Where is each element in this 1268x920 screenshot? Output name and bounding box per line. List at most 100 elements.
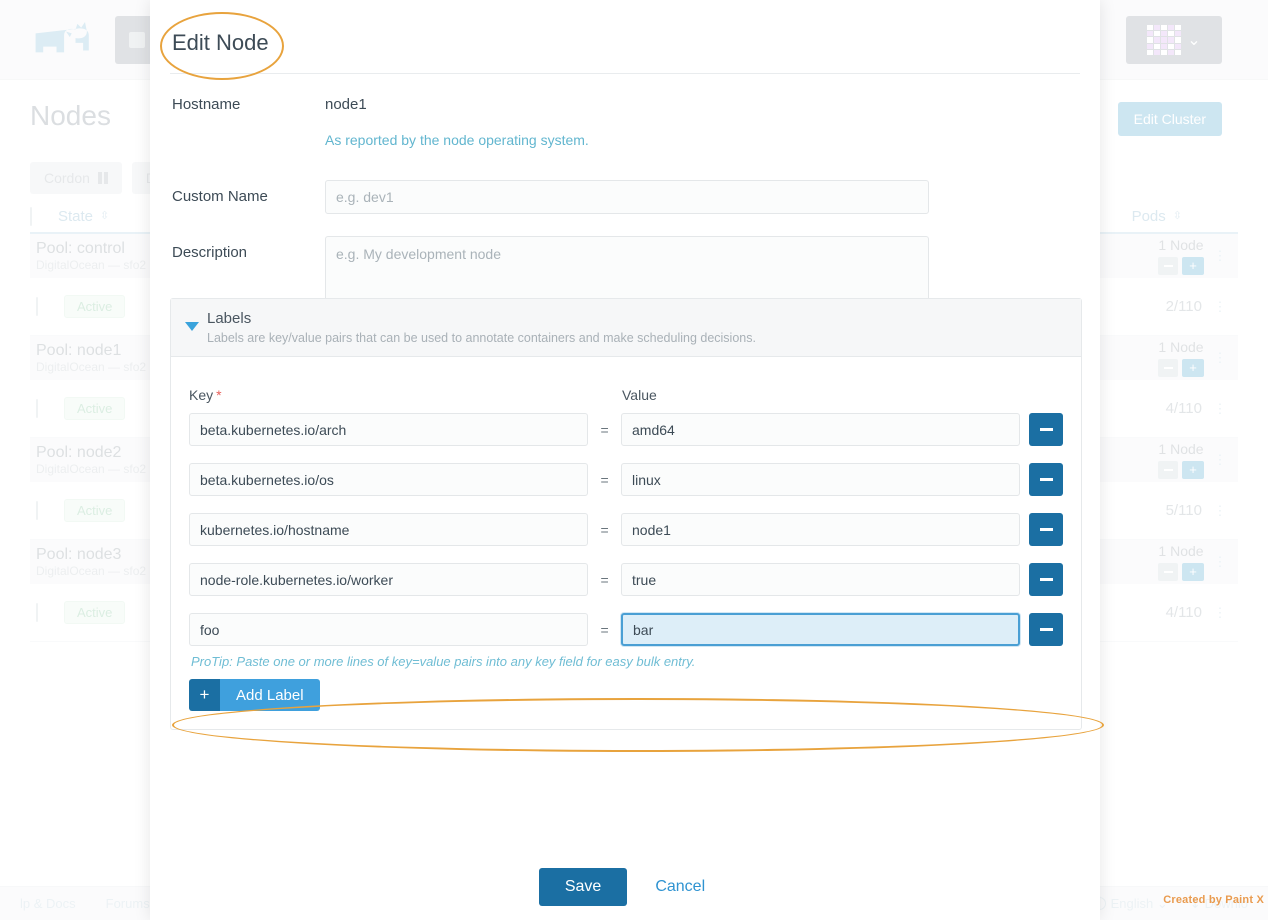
minus-icon[interactable] <box>1029 563 1063 596</box>
status-badge: Active <box>64 397 125 420</box>
group-node-count: 1 Node <box>1158 543 1204 561</box>
equals-sign: = <box>588 572 621 588</box>
scale-down-icon[interactable] <box>1158 257 1178 275</box>
protip-text: ProTip: Paste one or more lines of key=v… <box>191 654 1063 669</box>
label-key-input[interactable] <box>189 463 588 496</box>
grid-icon <box>129 32 145 48</box>
modal-title: Edit Node <box>172 30 269 56</box>
hostname-field-row: Hostname node1 As reported by the node o… <box>150 88 1100 148</box>
group-subtitle: DigitalOcean — sfo2 <box>36 564 146 578</box>
scale-up-icon[interactable]: + <box>1182 257 1204 275</box>
scale-down-icon[interactable] <box>1158 563 1178 581</box>
add-label-button[interactable]: + Add Label <box>189 679 320 711</box>
equals-sign: = <box>588 622 621 638</box>
labels-body: Key* Value = = <box>171 357 1081 729</box>
label-value-input[interactable] <box>621 513 1020 546</box>
minus-icon[interactable] <box>1029 613 1063 646</box>
scale-up-icon[interactable]: + <box>1182 359 1204 377</box>
edit-node-modal: Edit Node Hostname node1 As reported by … <box>150 0 1100 920</box>
row-menu-icon[interactable]: ⋮ <box>1212 501 1228 521</box>
label-row: = <box>189 413 1063 446</box>
row-menu-icon[interactable]: ⋮ <box>1212 603 1228 623</box>
value-column-header: Value <box>622 387 657 403</box>
scale-up-icon[interactable]: + <box>1182 461 1204 479</box>
row-pods-value: 2/110 <box>1166 298 1202 315</box>
rancher-cow-logo <box>28 18 104 62</box>
row-menu-icon[interactable]: ⋮ <box>1212 246 1228 266</box>
labels-title: Labels <box>207 310 1067 327</box>
row-menu-icon[interactable]: ⋮ <box>1212 399 1228 419</box>
group-subtitle: DigitalOcean — sfo2 <box>36 360 146 374</box>
labels-column-headers: Key* Value <box>189 387 1063 403</box>
group-node-count: 1 Node <box>1158 339 1204 357</box>
cordon-button[interactable]: Cordon <box>30 162 122 194</box>
edit-cluster-button[interactable]: Edit Cluster <box>1118 102 1222 136</box>
language-label: English <box>1111 896 1154 911</box>
column-pods[interactable]: Pods ⇳ <box>1108 208 1238 225</box>
help-docs-link[interactable]: lp & Docs <box>20 896 76 911</box>
group-node-count: 1 Node <box>1158 441 1204 459</box>
row-pods-value: 5/110 <box>1166 502 1202 519</box>
modal-divider <box>170 73 1080 74</box>
row-checkbox[interactable] <box>36 502 64 520</box>
group-name: Pool: node1 <box>36 342 146 360</box>
hostname-hint: As reported by the node operating system… <box>325 132 1078 148</box>
label-key-input[interactable] <box>189 413 588 446</box>
row-menu-icon[interactable]: ⋮ <box>1212 450 1228 470</box>
sort-icon: ⇳ <box>100 211 109 222</box>
label-row: = <box>189 613 1063 646</box>
sort-icon: ⇳ <box>1173 211 1182 222</box>
row-menu-icon[interactable]: ⋮ <box>1212 348 1228 368</box>
scale-down-icon[interactable] <box>1158 461 1178 479</box>
row-checkbox[interactable] <box>36 298 64 316</box>
labels-accordion-header[interactable]: Labels Labels are key/value pairs that c… <box>171 299 1081 357</box>
minus-icon[interactable] <box>1029 413 1063 446</box>
modal-actions: Save Cancel <box>150 868 1100 906</box>
label-key-input[interactable] <box>189 563 588 596</box>
label-row: = <box>189 563 1063 596</box>
group-subtitle: DigitalOcean — sfo2 <box>36 462 146 476</box>
group-node-count: 1 Node <box>1158 237 1204 255</box>
cluster-grid-icon <box>1147 25 1181 55</box>
group-subtitle: DigitalOcean — sfo2 <box>36 258 146 272</box>
row-checkbox[interactable] <box>36 604 64 622</box>
caret-down-icon[interactable] <box>185 322 199 331</box>
save-button[interactable]: Save <box>539 868 627 906</box>
language-selector[interactable]: English ⌄ <box>1093 896 1168 912</box>
add-label-text: Add Label <box>220 679 320 711</box>
forums-link[interactable]: Forums <box>106 896 150 911</box>
scale-up-icon[interactable]: + <box>1182 563 1204 581</box>
row-menu-icon[interactable]: ⋮ <box>1212 297 1228 317</box>
row-checkbox[interactable] <box>36 400 64 418</box>
equals-sign: = <box>588 472 621 488</box>
label-value-input[interactable] <box>621 613 1020 646</box>
label-value-input[interactable] <box>621 463 1020 496</box>
custom-name-input[interactable] <box>325 180 929 214</box>
label-key-input[interactable] <box>189 513 588 546</box>
row-menu-icon[interactable]: ⋮ <box>1212 552 1228 572</box>
label-key-input[interactable] <box>189 613 588 646</box>
hostname-label: Hostname <box>172 88 325 148</box>
labels-accordion: Labels Labels are key/value pairs that c… <box>170 298 1082 730</box>
watermark: Created by Paint X <box>1163 894 1264 906</box>
label-value-input[interactable] <box>621 563 1020 596</box>
minus-icon[interactable] <box>1029 513 1063 546</box>
equals-sign: = <box>588 522 621 538</box>
pause-icon <box>98 172 108 184</box>
scale-down-icon[interactable] <box>1158 359 1178 377</box>
column-state-label: State <box>58 208 93 225</box>
plus-icon: + <box>189 679 220 711</box>
page-title: Nodes <box>30 100 111 132</box>
row-pods-value: 4/110 <box>1166 604 1202 621</box>
label-value-input[interactable] <box>621 413 1020 446</box>
cancel-button[interactable]: Cancel <box>649 877 711 897</box>
labels-subtitle: Labels are key/value pairs that can be u… <box>207 331 1067 345</box>
column-pods-label: Pods <box>1132 208 1166 225</box>
custom-name-field-row: Custom Name <box>150 180 1100 214</box>
screen-root: te ⌄ Nodes Edit Cluster Cordon <box>0 0 1268 920</box>
select-all-checkbox[interactable] <box>30 208 58 225</box>
group-name: Pool: node3 <box>36 546 146 564</box>
cluster-switcher[interactable]: ⌄ <box>1126 16 1222 64</box>
minus-icon[interactable] <box>1029 463 1063 496</box>
group-name: Pool: node2 <box>36 444 146 462</box>
